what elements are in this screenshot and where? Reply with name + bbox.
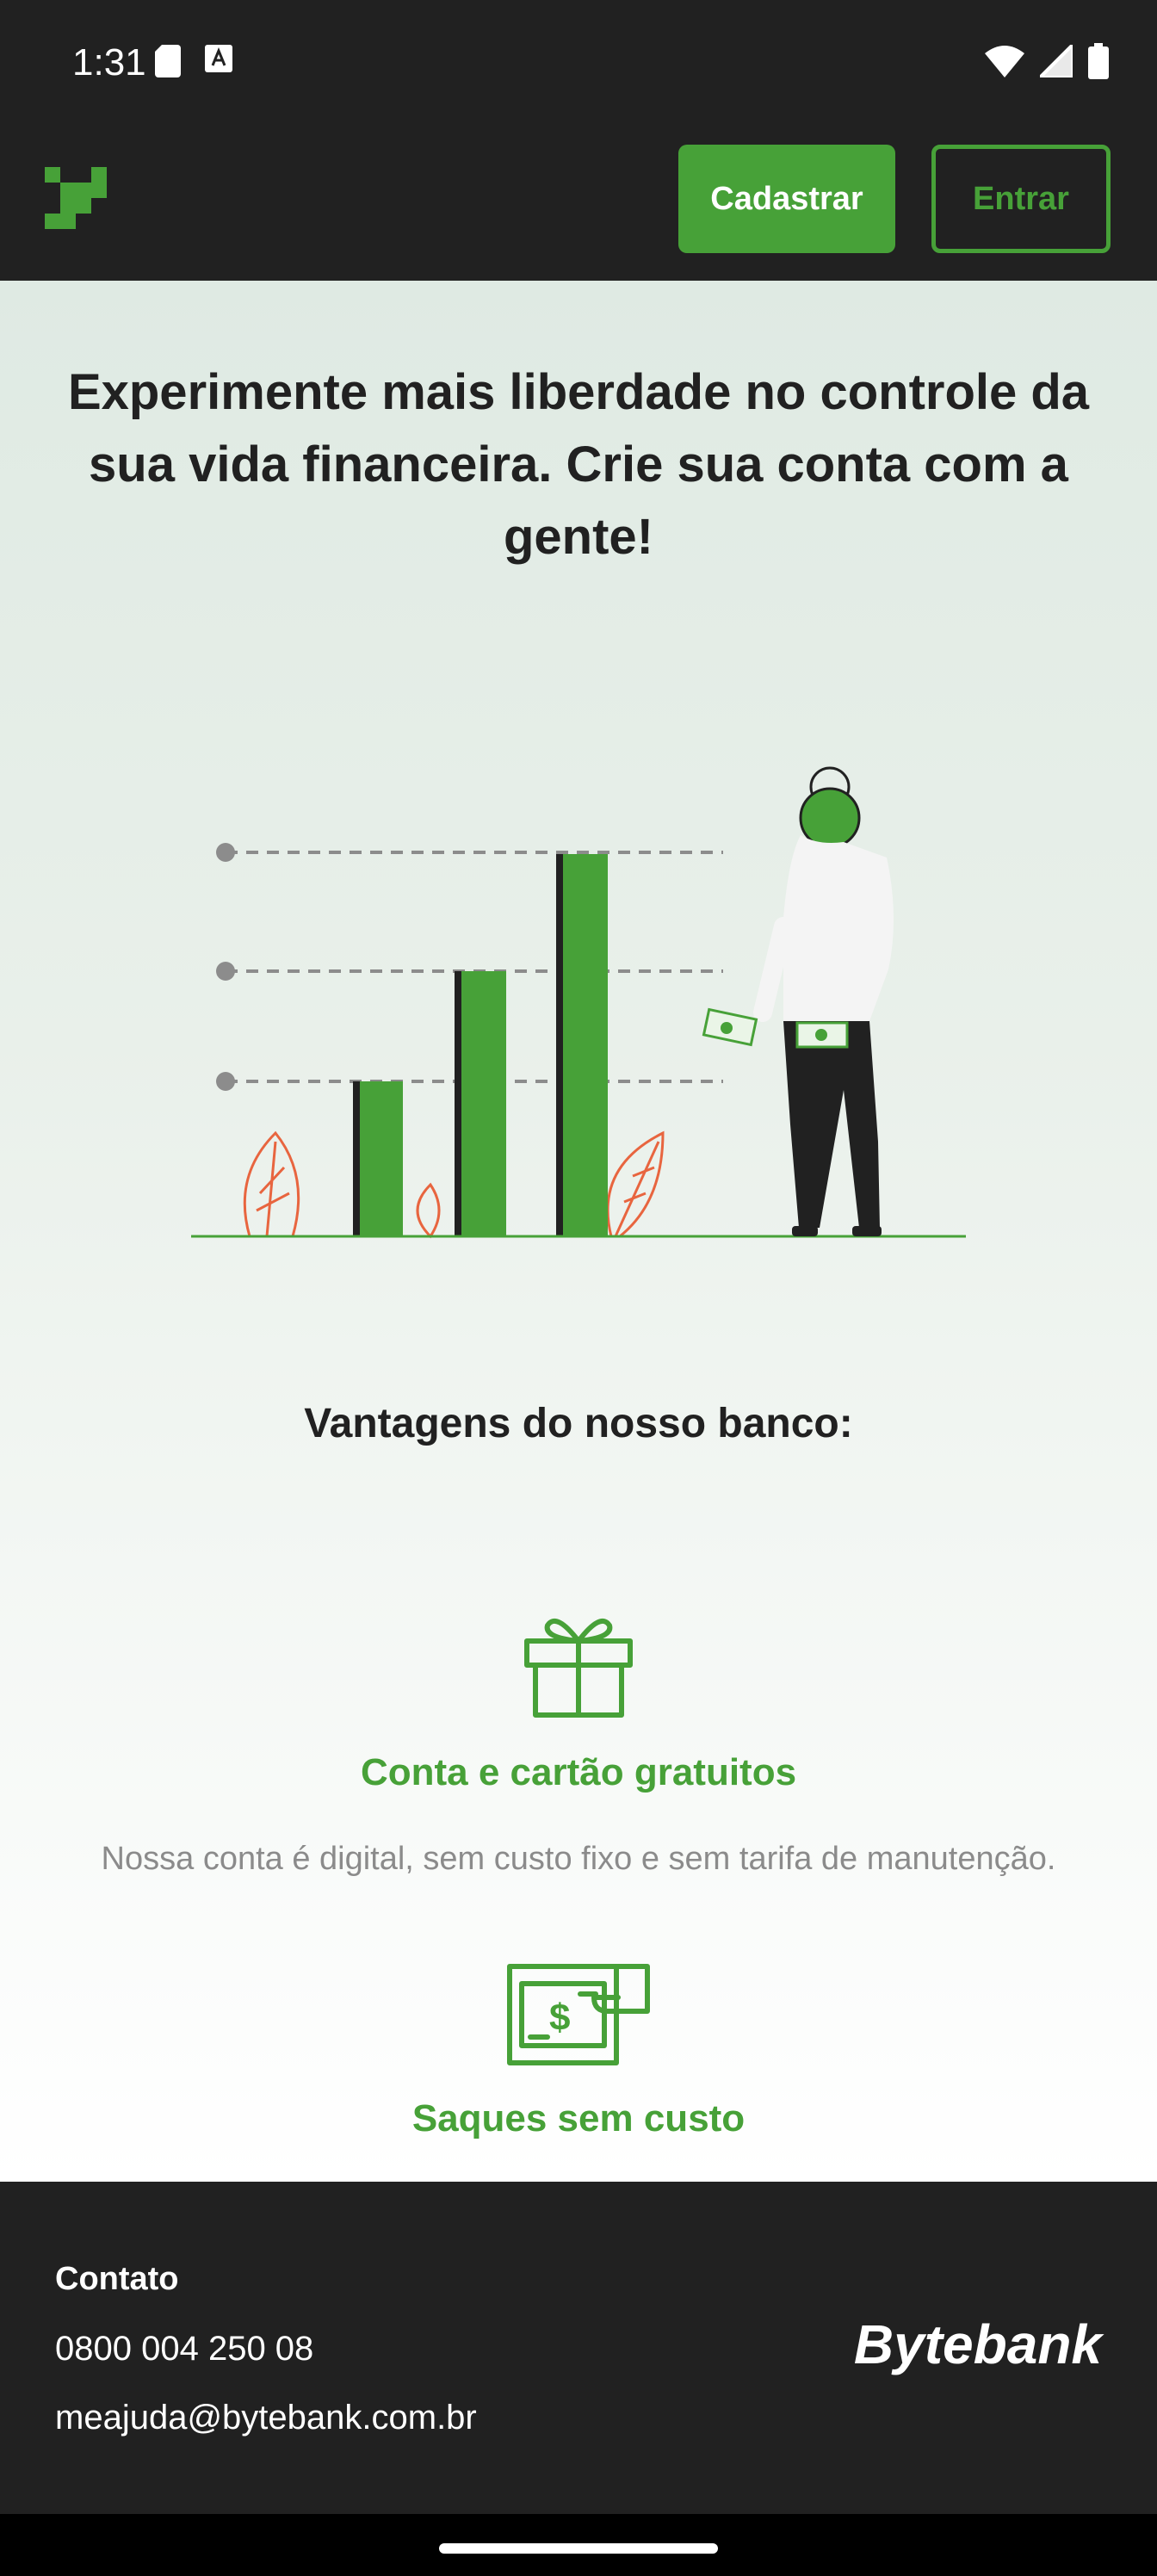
advantages-title: Vantagens do nosso banco: <box>304 1401 853 1446</box>
cash-withdraw-icon: $ <box>507 1964 650 2065</box>
app-header: Cadastrar Entrar <box>0 129 1157 281</box>
status-icons-right <box>985 43 1109 79</box>
status-icons-left <box>155 45 232 77</box>
sd-card-icon <box>155 45 181 77</box>
status-time: 1:31 <box>72 41 146 84</box>
wifi-icon <box>985 46 1024 77</box>
hero-title: Experimente mais liberdade no controle d… <box>67 364 1090 565</box>
chart-bars <box>353 854 608 1236</box>
signup-button[interactable]: Cadastrar <box>678 145 895 253</box>
home-indicator[interactable] <box>439 2543 718 2554</box>
bytebank-logo-icon[interactable] <box>45 167 107 229</box>
signal-icon <box>1040 45 1073 77</box>
battery-icon <box>1088 43 1109 79</box>
main-content[interactable]: Experimente mais liberdade no controle d… <box>0 281 1157 2182</box>
footer-brand: Bytebank <box>853 2313 1102 2375</box>
footer: Contato 0800 004 250 08 meajuda@bytebank… <box>0 2182 1157 2514</box>
person-figure <box>702 766 894 1236</box>
footer-email[interactable]: meajuda@bytebank.com.br <box>55 2399 477 2437</box>
login-button[interactable]: Entrar <box>931 145 1111 253</box>
gift-icon <box>524 1619 633 1718</box>
feature-description-free-account: Nossa conta é digital, sem custo fixo e … <box>101 1841 1056 1877</box>
feature-title-free-withdrawals: Saques sem custo <box>411 2097 746 2139</box>
keyboard-a-icon <box>205 45 232 72</box>
feature-title-free-account: Conta e cartão gratuitos <box>360 1751 797 1793</box>
svg-text:$: $ <box>549 1997 570 2039</box>
status-bar: 1:31 <box>0 0 1157 129</box>
footer-contact-heading: Contato <box>55 2261 179 2297</box>
finance-growth-illustration <box>191 766 966 1239</box>
footer-phone[interactable]: 0800 004 250 08 <box>55 2330 313 2369</box>
